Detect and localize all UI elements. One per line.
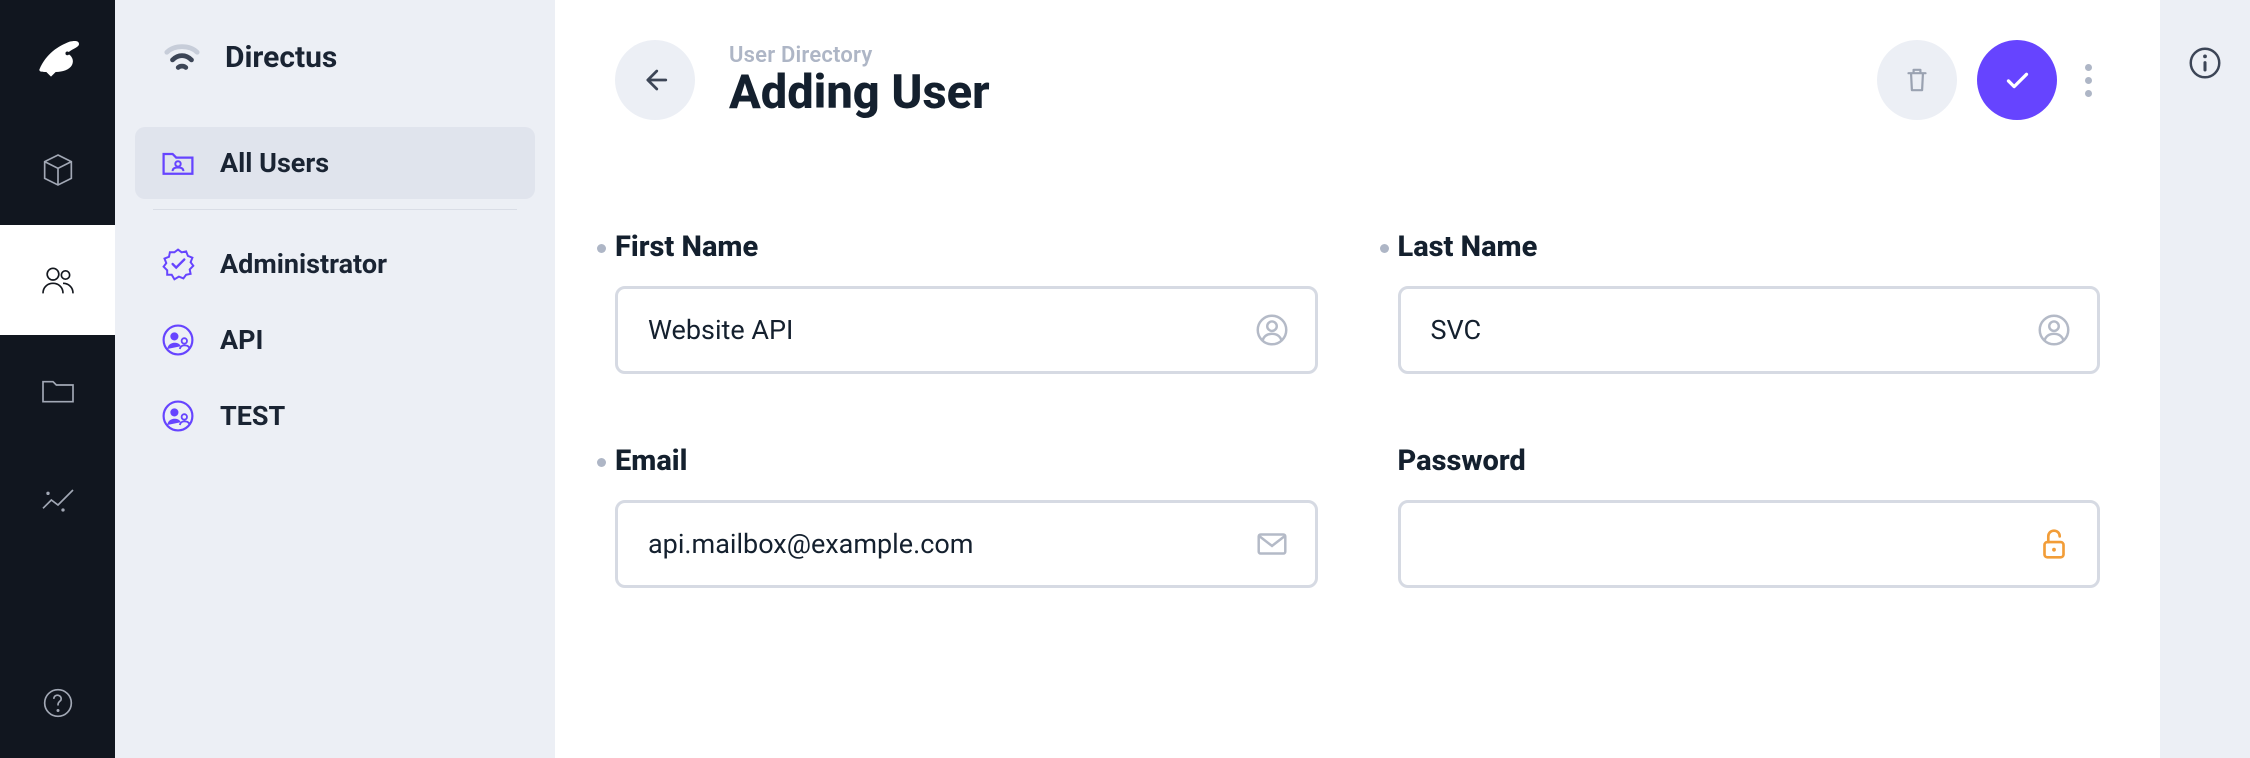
info-rail [2160, 0, 2250, 758]
sidebar-item-administrator[interactable]: Administrator [135, 228, 535, 300]
field-password: Password [1398, 444, 2101, 588]
field-first-name: First Name [615, 230, 1318, 374]
page-header: User Directory Adding User [615, 40, 2100, 120]
first-name-input[interactable] [648, 289, 1235, 371]
person-icon [2035, 311, 2073, 349]
lock-open-icon [2035, 525, 2073, 563]
field-label: Last Name [1398, 230, 1538, 264]
input-wrap [615, 286, 1318, 374]
more-button[interactable] [2077, 64, 2100, 97]
input-wrap [1398, 286, 2101, 374]
sparkline-icon [38, 480, 78, 520]
last-name-input[interactable] [1431, 289, 2018, 371]
field-label: Password [1398, 444, 1526, 478]
rail-item-files[interactable] [0, 335, 115, 445]
app-logo[interactable] [0, 0, 115, 115]
rail-item-insights[interactable] [0, 445, 115, 555]
arrow-left-icon [637, 62, 673, 98]
sidebar-item-test[interactable]: TEST [135, 380, 535, 452]
input-wrap [615, 500, 1318, 588]
back-button[interactable] [615, 40, 695, 120]
folder-icon [38, 370, 78, 410]
folder-user-icon [160, 145, 196, 181]
trash-icon [1900, 63, 1934, 97]
field-label: First Name [615, 230, 758, 264]
people-icon [38, 260, 78, 300]
sidebar-item-all-users[interactable]: All Users [135, 127, 535, 199]
save-button[interactable] [1977, 40, 2057, 120]
wifi-icon [163, 39, 201, 77]
sidebar-list: All Users Administrator API [135, 115, 535, 456]
email-input[interactable] [648, 503, 1235, 585]
info-icon[interactable] [2186, 44, 2224, 82]
sidebar-item-label: API [220, 324, 263, 356]
help-icon [38, 683, 78, 723]
page-title: Adding User [729, 68, 990, 117]
field-email: Email [615, 444, 1318, 588]
verified-badge-icon [160, 246, 196, 282]
sidebar-header: Directus [135, 0, 535, 115]
mail-icon [1253, 525, 1291, 563]
delete-button[interactable] [1877, 40, 1957, 120]
rail-item-users[interactable] [0, 225, 115, 335]
field-last-name: Last Name [1398, 230, 2101, 374]
sidebar-item-label: Administrator [220, 248, 387, 280]
sidebar-title: Directus [225, 40, 337, 75]
check-icon [1998, 61, 2036, 99]
header-actions [1877, 40, 2100, 120]
icon-rail [0, 0, 115, 758]
sidebar-item-label: All Users [220, 147, 329, 179]
cube-icon [38, 150, 78, 190]
field-label: Email [615, 444, 687, 478]
sidebar-item-label: TEST [220, 400, 285, 432]
main-content: User Directory Adding User First Name [555, 0, 2160, 758]
password-input[interactable] [1431, 503, 2018, 585]
rail-item-help[interactable] [0, 648, 115, 758]
supervised-user-icon [160, 322, 196, 358]
sidebar-item-api[interactable]: API [135, 304, 535, 376]
supervised-user-icon [160, 398, 196, 434]
rail-item-content[interactable] [0, 115, 115, 225]
user-form: First Name Last Name [615, 230, 2100, 588]
input-wrap [1398, 500, 2101, 588]
rabbit-icon [30, 30, 86, 86]
person-icon [1253, 311, 1291, 349]
sidebar: Directus All Users Administrator [115, 0, 555, 758]
sidebar-divider [153, 209, 517, 210]
